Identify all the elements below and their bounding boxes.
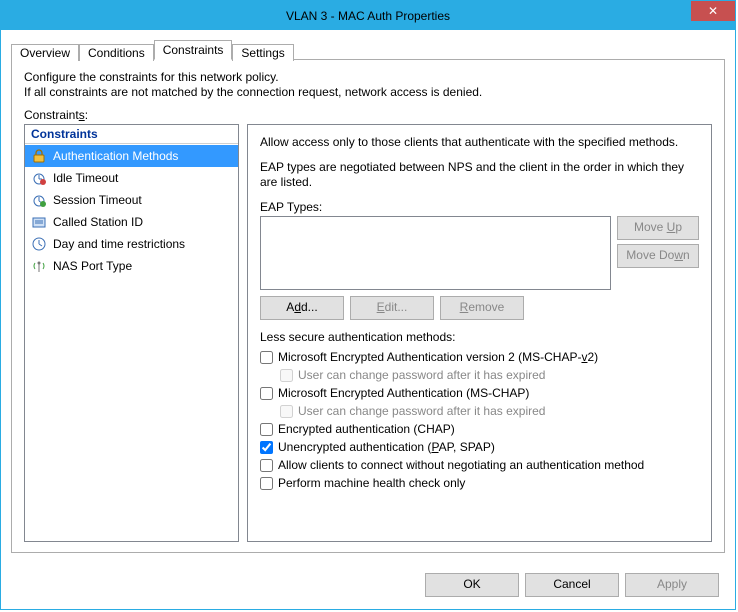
- move-down-button[interactable]: Move Down: [617, 244, 699, 268]
- auth-method-checkbox: [280, 405, 293, 418]
- constraints-item-label: NAS Port Type: [53, 259, 132, 273]
- auth-method-label: Allow clients to connect without negotia…: [278, 458, 644, 472]
- eap-row: Move Up Move Down: [260, 216, 699, 290]
- auth-method-row: User can change password after it has ex…: [260, 402, 699, 420]
- columns: Constraints Authentication Methods Idle T…: [24, 124, 712, 542]
- station-id-icon: [31, 214, 47, 230]
- constraints-item-label: Idle Timeout: [53, 171, 118, 185]
- constraints-item-label: Authentication Methods: [53, 149, 178, 163]
- close-button[interactable]: ✕: [691, 1, 735, 21]
- constraints-header: Constraints: [25, 125, 238, 144]
- remove-button[interactable]: Remove: [440, 296, 524, 320]
- timer-idle-icon: [31, 170, 47, 186]
- detail-intro: Allow access only to those clients that …: [260, 135, 699, 150]
- dialog-button-row: OK Cancel Apply: [1, 563, 735, 609]
- constraints-item-called-station-id[interactable]: Called Station ID: [25, 211, 238, 233]
- tab-overview[interactable]: Overview: [11, 44, 79, 61]
- timer-session-icon: [31, 192, 47, 208]
- add-button[interactable]: Add...: [260, 296, 344, 320]
- auth-method-checkbox[interactable]: [260, 351, 273, 364]
- constraints-list[interactable]: Authentication Methods Idle Timeout Sessio…: [25, 144, 238, 541]
- auth-method-row[interactable]: Encrypted authentication (CHAP): [260, 420, 699, 438]
- constraints-item-label: Called Station ID: [53, 215, 143, 229]
- clock-icon: [31, 236, 47, 252]
- ok-button[interactable]: OK: [425, 573, 519, 597]
- eap-side-buttons: Move Up Move Down: [617, 216, 699, 290]
- auth-method-label: Microsoft Encrypted Authentication (MS-C…: [278, 386, 529, 400]
- tab-panel-constraints: Configure the constraints for this netwo…: [11, 59, 725, 553]
- description-line1: Configure the constraints for this netwo…: [24, 70, 279, 84]
- tab-settings[interactable]: Settings: [232, 44, 293, 61]
- auth-methods-checklist: Microsoft Encrypted Authentication versi…: [260, 348, 699, 492]
- constraints-item-idle-timeout[interactable]: Idle Timeout: [25, 167, 238, 189]
- eap-types-label: EAP Types:: [260, 200, 699, 214]
- auth-method-row[interactable]: Perform machine health check only: [260, 474, 699, 492]
- auth-method-checkbox[interactable]: [260, 477, 273, 490]
- constraints-category-panel: Constraints Authentication Methods Idle T…: [24, 124, 239, 542]
- auth-method-row[interactable]: Unencrypted authentication (PAP, SPAP): [260, 438, 699, 456]
- auth-method-row[interactable]: Microsoft Encrypted Authentication versi…: [260, 348, 699, 366]
- eap-button-row: Add... Edit... Remove: [260, 296, 699, 320]
- edit-button[interactable]: Edit...: [350, 296, 434, 320]
- tabstrip: Overview Conditions Constraints Settings: [11, 38, 725, 59]
- antenna-icon: [31, 258, 47, 274]
- auth-method-label: User can change password after it has ex…: [298, 404, 545, 418]
- auth-method-label: Encrypted authentication (CHAP): [278, 422, 455, 436]
- dialog-body: Overview Conditions Constraints Settings…: [1, 30, 735, 563]
- tab-constraints[interactable]: Constraints: [154, 40, 233, 60]
- constraints-item-label: Session Timeout: [53, 193, 142, 207]
- eap-intro: EAP types are negotiated between NPS and…: [260, 160, 699, 190]
- detail-panel: Allow access only to those clients that …: [247, 124, 712, 542]
- auth-method-checkbox[interactable]: [260, 459, 273, 472]
- titlebar: VLAN 3 - MAC Auth Properties ✕: [1, 1, 735, 30]
- auth-method-label: Perform machine health check only: [278, 476, 465, 490]
- lock-icon: [31, 148, 47, 164]
- cancel-button[interactable]: Cancel: [525, 573, 619, 597]
- dialog-window: VLAN 3 - MAC Auth Properties ✕ Overview …: [0, 0, 736, 610]
- constraints-item-session-timeout[interactable]: Session Timeout: [25, 189, 238, 211]
- auth-method-row[interactable]: Microsoft Encrypted Authentication (MS-C…: [260, 384, 699, 402]
- tab-conditions[interactable]: Conditions: [79, 44, 154, 61]
- auth-method-checkbox: [280, 369, 293, 382]
- constraints-item-authentication-methods[interactable]: Authentication Methods: [25, 145, 238, 167]
- eap-types-listbox[interactable]: [260, 216, 611, 290]
- close-icon: ✕: [708, 4, 718, 18]
- constraints-item-day-and-time-restrictions[interactable]: Day and time restrictions: [25, 233, 238, 255]
- less-secure-label: Less secure authentication methods:: [260, 330, 699, 344]
- constraints-label: Constraints:: [24, 108, 712, 122]
- auth-method-checkbox[interactable]: [260, 423, 273, 436]
- auth-method-label: Unencrypted authentication (PAP, SPAP): [278, 440, 495, 454]
- auth-method-row[interactable]: Allow clients to connect without negotia…: [260, 456, 699, 474]
- auth-method-row: User can change password after it has ex…: [260, 366, 699, 384]
- window-title: VLAN 3 - MAC Auth Properties: [286, 9, 450, 23]
- auth-method-checkbox[interactable]: [260, 441, 273, 454]
- description-text: Configure the constraints for this netwo…: [24, 70, 712, 100]
- move-up-button[interactable]: Move Up: [617, 216, 699, 240]
- apply-button[interactable]: Apply: [625, 573, 719, 597]
- description-line2: If all constraints are not matched by th…: [24, 85, 482, 99]
- auth-method-label: User can change password after it has ex…: [298, 368, 545, 382]
- constraints-item-nas-port-type[interactable]: NAS Port Type: [25, 255, 238, 277]
- auth-method-checkbox[interactable]: [260, 387, 273, 400]
- constraints-item-label: Day and time restrictions: [53, 237, 185, 251]
- auth-method-label: Microsoft Encrypted Authentication versi…: [278, 350, 598, 364]
